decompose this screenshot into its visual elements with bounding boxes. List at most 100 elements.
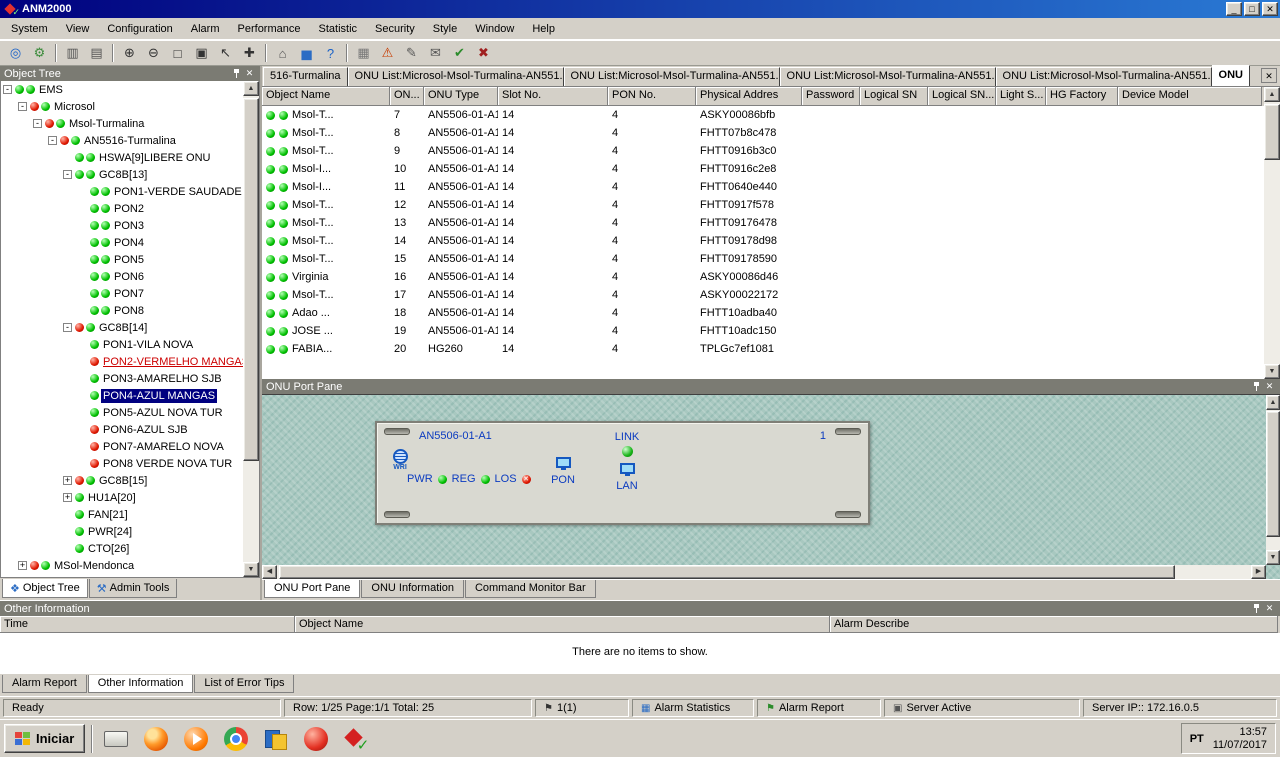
port-pane-hscrollbar[interactable]: ◀ ▶ — [262, 565, 1266, 579]
pane-tab-command-monitor-bar[interactable]: Command Monitor Bar — [464, 580, 596, 598]
onu-table-row[interactable]: Msol-T... 9 AN5506-01-A1 14 4 FHTT0916b3c0 — [262, 142, 1264, 160]
window-taskbar-icon[interactable] — [99, 724, 133, 754]
pane-tab-onu-information[interactable]: ONU Information — [361, 580, 464, 598]
column-header-light-s[interactable]: Light S... — [996, 87, 1046, 106]
tree-node-msol-mendonca[interactable]: + MSol-Mendonca — [1, 557, 243, 574]
tree-node-label[interactable]: FAN[21] — [86, 508, 130, 522]
pointer-icon[interactable]: ↖ — [214, 43, 237, 64]
tree-node-label[interactable]: EMS — [37, 83, 65, 97]
pan-icon[interactable]: ✚ — [238, 43, 261, 64]
menu-item-style[interactable]: Style — [424, 20, 466, 38]
tree-node-label[interactable]: PON2 — [112, 202, 146, 216]
lan-port[interactable]: LINK LAN — [609, 431, 645, 492]
scroll-up-icon[interactable]: ▲ — [1264, 87, 1280, 102]
minus-expander-icon[interactable]: - — [3, 85, 12, 94]
tree-node-ems[interactable]: - EMS — [1, 81, 243, 98]
ems-view-icon[interactable]: ◎ — [4, 43, 27, 64]
tree-node-label[interactable]: CTO[26] — [86, 542, 131, 556]
document-tab-onu-list-microsol-msol-turmalina-an551[interactable]: ONU List:Microsol-Msol-Turmalina-AN551..… — [563, 67, 780, 86]
tree-node-pon2-vermelho-mangas[interactable]: PON2-VERMELHO MANGAS — [1, 353, 243, 370]
tree-node-label[interactable]: Microsol — [52, 100, 97, 114]
onu-table-row[interactable]: Msol-T... 15 AN5506-01-A1 14 4 FHTT09178590 — [262, 250, 1264, 268]
tree-node-label[interactable]: PON3 — [112, 219, 146, 233]
port-pane-hscrollbar-thumb[interactable] — [279, 565, 1176, 579]
help-icon[interactable]: ? — [319, 43, 342, 64]
scroll-right-icon[interactable]: ▶ — [1251, 565, 1266, 579]
start-button[interactable]: Iniciar — [4, 724, 86, 753]
tree-node-cto-26[interactable]: CTO[26] — [1, 540, 243, 557]
document-tab-onu-list-microsol-msol-turmalina-an551[interactable]: ONU List:Microsol-Msol-Turmalina-AN551..… — [779, 67, 996, 86]
port-pane-vscrollbar-track[interactable] — [1266, 410, 1280, 550]
tree-scrollbar-thumb[interactable] — [243, 98, 259, 462]
tree-node-label[interactable]: GC8B[14] — [97, 321, 149, 335]
pin-icon[interactable] — [1250, 603, 1263, 615]
panel-close-icon[interactable]: ✕ — [1263, 381, 1276, 393]
tree-node-label[interactable]: PON1-VILA NOVA — [101, 338, 195, 352]
column-header-slot-no[interactable]: Slot No. — [498, 87, 608, 106]
tree-node-label[interactable]: PON6-AZUL SJB — [101, 423, 190, 437]
menu-item-statistic[interactable]: Statistic — [310, 20, 367, 38]
port-pane-hscrollbar-track[interactable] — [277, 565, 1251, 579]
tree-node-label[interactable]: PON7-AMARELO NOVA — [101, 440, 226, 454]
panel-tab-admin-tools[interactable]: ⚒ Admin Tools — [88, 579, 178, 598]
tree-node-pon3[interactable]: PON3 — [1, 217, 243, 234]
firefox-icon[interactable] — [139, 724, 173, 754]
home-icon[interactable]: ⌂ — [271, 43, 294, 64]
column-header-object-name[interactable]: Object Name — [295, 616, 830, 633]
menu-item-system[interactable]: System — [2, 20, 57, 38]
column-header-password[interactable]: Password — [802, 87, 860, 106]
close-button[interactable]: ✕ — [1262, 2, 1278, 16]
tree-node-label[interactable]: PON1-VERDE SAUDADE — [112, 185, 243, 199]
tree-node-pon5-azul-nova-tur[interactable]: PON5-AZUL NOVA TUR — [1, 404, 243, 421]
plus-expander-icon[interactable]: + — [18, 561, 27, 570]
pane-tab-onu-port-pane[interactable]: ONU Port Pane — [264, 580, 361, 598]
status-alarm-report[interactable]: ⚑ Alarm Report — [757, 699, 881, 717]
menu-item-alarm[interactable]: Alarm — [182, 20, 229, 38]
alarm-icon[interactable]: ⚠ — [376, 43, 399, 64]
tree-node-label[interactable]: PON7 — [112, 287, 146, 301]
save-icon[interactable]: ▥ — [61, 43, 84, 64]
tree-node-label[interactable]: PON5 — [112, 253, 146, 267]
scroll-up-icon[interactable]: ▲ — [243, 81, 259, 96]
tree-node-label[interactable]: HSWA[9]LIBERE ONU — [97, 151, 212, 165]
system-tray[interactable]: PT 13:57 11/07/2017 — [1180, 723, 1276, 754]
maximize-button[interactable]: □ — [1244, 2, 1260, 16]
tree-node-label[interactable]: PON8 VERDE NOVA TUR — [101, 457, 234, 471]
tree-node-label[interactable]: Msol-Turmalina — [67, 117, 146, 131]
tree-node-gc8b-13[interactable]: - GC8B[13] — [1, 166, 243, 183]
taskbar-clock[interactable]: 13:57 11/07/2017 — [1213, 726, 1267, 752]
info-tab-alarm-report[interactable]: Alarm Report — [2, 675, 87, 693]
menu-item-help[interactable]: Help — [523, 20, 564, 38]
document-tab-516-turmalina[interactable]: 516-Turmalina — [263, 67, 348, 86]
document-tab-onu[interactable]: ONU — [1211, 65, 1250, 86]
media-player-icon[interactable] — [179, 724, 213, 754]
red-sphere-icon[interactable] — [299, 724, 333, 754]
column-header-device-model[interactable]: Device Model — [1118, 87, 1262, 106]
onu-table-row[interactable]: JOSE ... 19 AN5506-01-A1 14 4 FHTT10adc150 — [262, 322, 1264, 340]
config-view-icon[interactable]: ⚙ — [28, 43, 51, 64]
tree-node-pwr-24[interactable]: PWR[24] — [1, 523, 243, 540]
tree-node-label[interactable]: GC8B[13] — [97, 168, 149, 182]
fit-view-icon[interactable]: ▣ — [190, 43, 213, 64]
tree-node-fan-21[interactable]: FAN[21] — [1, 506, 243, 523]
port-pane-vscrollbar[interactable]: ▲ ▼ — [1266, 395, 1280, 565]
confirm-icon[interactable]: ✔ — [448, 43, 471, 64]
tree-node-pon5[interactable]: PON5 — [1, 251, 243, 268]
plus-expander-icon[interactable]: + — [63, 493, 72, 502]
document-tab-onu-list-microsol-msol-turmalina-an551[interactable]: ONU List:Microsol-Msol-Turmalina-AN551..… — [347, 67, 564, 86]
tree-node-msol-turmalina[interactable]: - Msol-Turmalina — [1, 115, 243, 132]
tree-node-label[interactable]: HU1A[20] — [86, 491, 138, 505]
onu-table-row[interactable]: Msol-I... 11 AN5506-01-A1 14 4 FHTT0640e440 — [262, 178, 1264, 196]
tree-node-label[interactable]: PWR[24] — [86, 525, 134, 539]
document-tab-onu-list-microsol-msol-turmalina-an551[interactable]: ONU List:Microsol-Msol-Turmalina-AN551..… — [995, 67, 1212, 86]
pon-port[interactable]: PON — [545, 457, 581, 486]
port-pane-vscrollbar-thumb[interactable] — [1266, 411, 1280, 537]
column-header-on[interactable]: ON... — [390, 87, 424, 106]
tree-node-pon6[interactable]: PON6 — [1, 268, 243, 285]
tree-node-an5516-turmalina[interactable]: - AN5516-Turmalina — [1, 132, 243, 149]
onu-table-row[interactable]: Adao ... 18 AN5506-01-A1 14 4 FHTT10adba40 — [262, 304, 1264, 322]
tree-node-pon2[interactable]: PON2 — [1, 200, 243, 217]
info-tab-other-information[interactable]: Other Information — [87, 675, 194, 693]
tree-node-label[interactable]: PON6 — [112, 270, 146, 284]
menu-item-performance[interactable]: Performance — [229, 20, 310, 38]
